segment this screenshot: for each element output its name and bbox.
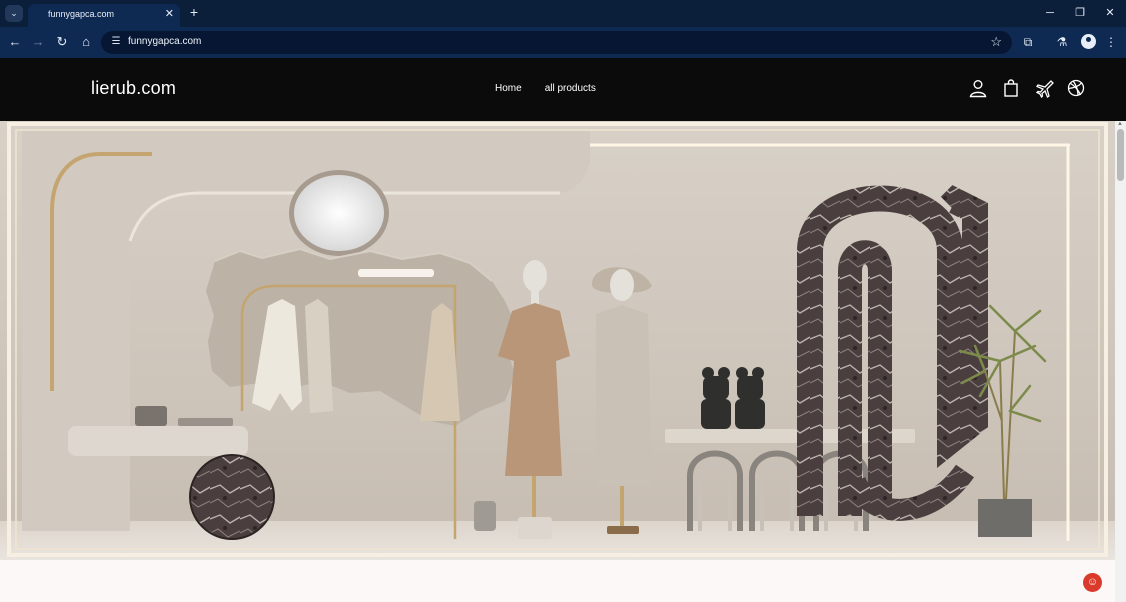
plane-icon[interactable] (1034, 78, 1054, 99)
star-icon[interactable]: ☆ (990, 34, 1002, 50)
extensions-icon[interactable]: ⧉ (1020, 34, 1036, 50)
window-close-icon[interactable]: ✕ (1102, 5, 1118, 21)
address-bar[interactable]: ☰ funnygapca.com ☆ (101, 31, 1012, 54)
site-logo[interactable]: lierub.com (91, 78, 176, 99)
boutique-display-image (0, 121, 1115, 560)
main-nav: Home all products (495, 83, 596, 94)
restore-icon[interactable]: ❐ (1072, 5, 1088, 21)
browser-tab-strip: ⌄ funnygapca.com ✕ + ─ ❐ ✕ (0, 0, 1126, 27)
nav-home[interactable]: Home (495, 83, 522, 94)
forward-arrow-icon[interactable]: → (30, 34, 46, 50)
tab-search-icon[interactable]: ⌄ (5, 5, 23, 22)
site-info-icon[interactable]: ☰ (109, 35, 123, 49)
kebab-menu-icon[interactable]: ⋮ (1103, 34, 1119, 50)
chat-support-icon[interactable]: ☺ (1083, 573, 1102, 592)
minimize-icon[interactable]: ─ (1042, 5, 1058, 21)
content-area (0, 560, 1115, 602)
user-icon[interactable] (968, 78, 988, 98)
home-icon[interactable]: ⌂ (78, 34, 94, 50)
nav-all-products[interactable]: all products (545, 83, 596, 94)
labs-icon[interactable]: ⚗ (1054, 34, 1070, 50)
hero-banner[interactable] (0, 121, 1115, 560)
shopping-bag-icon[interactable] (1001, 78, 1021, 98)
site-header: lierub.com Home all products (0, 58, 1126, 121)
reload-icon[interactable]: ↻ (54, 34, 70, 50)
back-arrow-icon[interactable]: ← (7, 34, 23, 50)
scrollbar-thumb[interactable] (1117, 129, 1124, 181)
dribbble-icon[interactable] (1066, 78, 1086, 98)
tab-title: funnygapca.com (48, 9, 115, 19)
scroll-up-arrow-icon[interactable]: ▲ (1117, 121, 1123, 127)
url-text[interactable]: funnygapca.com (128, 36, 201, 47)
plus-icon[interactable]: + (186, 4, 202, 20)
browser-toolbar: ← → ↻ ⌂ ☰ funnygapca.com ☆ ⧉ ⚗ ⋮ (0, 27, 1126, 58)
browser-tab[interactable]: funnygapca.com ✕ (28, 4, 180, 27)
page-scrollbar[interactable]: ▲ (1115, 121, 1126, 602)
close-icon[interactable]: ✕ (165, 7, 174, 20)
profile-icon[interactable] (1081, 34, 1096, 49)
